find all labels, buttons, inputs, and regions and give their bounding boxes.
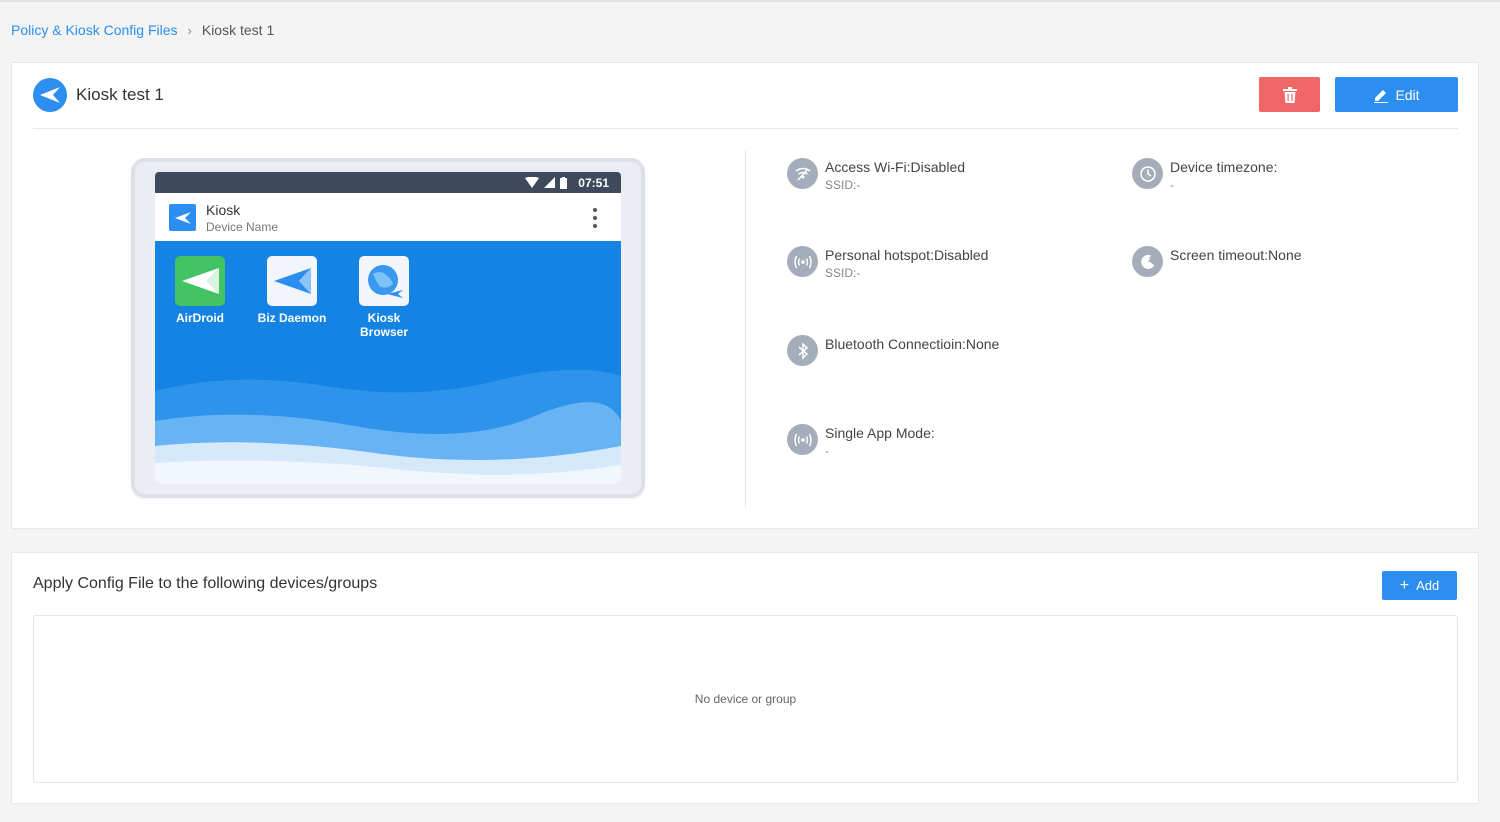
- device-status-bar: 07:51: [155, 172, 621, 193]
- bluetooth-icon: [787, 335, 818, 366]
- device-screen: 07:51 Kiosk Device Name AirDroid Biz Dae…: [155, 172, 621, 484]
- timezone-value: -: [1170, 178, 1174, 192]
- device-desktop: AirDroid Biz Daemon Kiosk Browser: [155, 241, 621, 484]
- app-label: Biz Daemon: [257, 311, 327, 325]
- device-list-empty: No device or group: [33, 615, 1458, 783]
- sleep-moon-icon: [1132, 246, 1163, 277]
- top-border: [0, 0, 1500, 2]
- setting-bluetooth: Bluetooth Connectioin:None: [787, 335, 999, 366]
- add-button-label: Add: [1416, 578, 1440, 593]
- wifi-setting-label: Access Wi-Fi:Disabled: [825, 159, 966, 175]
- chevron-right-icon: ›: [187, 22, 192, 38]
- hotspot-icon: [787, 246, 818, 277]
- wifi-lock-icon: [787, 158, 818, 189]
- apply-section-title: Apply Config File to the following devic…: [33, 575, 378, 592]
- setting-single-app: Single App Mode: -: [787, 424, 935, 459]
- breadcrumb: Policy & Kiosk Config Files › Kiosk test…: [11, 22, 274, 38]
- setting-screen-timeout: Screen timeout:None: [1132, 246, 1302, 277]
- delete-button[interactable]: [1259, 77, 1320, 112]
- breadcrumb-current: Kiosk test 1: [201, 22, 275, 38]
- empty-state-text: No device or group: [694, 692, 797, 706]
- single-app-icon: [787, 424, 818, 455]
- app-label: Kiosk Browser: [359, 311, 409, 339]
- app-biz-daemon[interactable]: Biz Daemon: [247, 256, 337, 325]
- setting-hotspot: Personal hotspot:Disabled SSID:-: [787, 246, 988, 281]
- signal-icon: [544, 177, 556, 188]
- clock-icon: [1132, 158, 1163, 189]
- globe-icon: [359, 256, 409, 306]
- wifi-ssid: SSID:-: [825, 178, 861, 192]
- device-preview: 07:51 Kiosk Device Name AirDroid Biz Dae…: [131, 158, 645, 498]
- app-label: AirDroid: [176, 311, 224, 325]
- app-kiosk-browser[interactable]: Kiosk Browser: [339, 256, 429, 339]
- app-airdroid[interactable]: AirDroid: [155, 256, 245, 325]
- bluetooth-setting-label: Bluetooth Connectioin:None: [825, 336, 1000, 352]
- plus-icon: +: [1399, 576, 1410, 594]
- vertical-divider: [745, 150, 746, 508]
- battery-icon: [560, 176, 568, 189]
- screen-timeout-setting-label: Screen timeout:None: [1170, 247, 1302, 263]
- edit-button[interactable]: Edit: [1335, 77, 1458, 112]
- single-app-value: -: [825, 444, 829, 458]
- breadcrumb-parent-link[interactable]: Policy & Kiosk Config Files: [11, 22, 178, 38]
- airdroid-icon: [175, 256, 225, 306]
- kiosk-logo-icon: [33, 78, 67, 112]
- kiosk-app-icon: [169, 204, 196, 231]
- timezone-setting-label: Device timezone:: [1170, 159, 1278, 175]
- single-app-setting-label: Single App Mode:: [825, 425, 935, 441]
- add-device-button[interactable]: + Add: [1382, 571, 1457, 600]
- trash-icon: [1282, 86, 1297, 103]
- biz-daemon-icon: [267, 256, 317, 306]
- apply-devices-card: Apply Config File to the following devic…: [11, 552, 1479, 804]
- setting-timezone: Device timezone: -: [1132, 158, 1277, 193]
- edit-button-label: Edit: [1395, 86, 1420, 103]
- device-time: 07:51: [578, 175, 609, 190]
- hotspot-setting-label: Personal hotspot:Disabled: [825, 247, 989, 263]
- pencil-icon: [1374, 89, 1389, 103]
- detail-header: Kiosk test 1 Edit: [33, 63, 1458, 129]
- hotspot-ssid: SSID:-: [825, 266, 861, 280]
- device-app-bar: Kiosk Device Name: [155, 193, 621, 241]
- setting-wifi: Access Wi-Fi:Disabled SSID:-: [787, 158, 965, 193]
- more-vertical-icon[interactable]: [589, 208, 601, 228]
- device-app-title: Kiosk: [206, 202, 241, 218]
- device-name-label: Device Name: [206, 220, 279, 234]
- config-detail-card: Kiosk test 1 Edit 07:51 Kiosk Device Nam…: [11, 62, 1479, 529]
- page-title: Kiosk test 1: [76, 85, 164, 104]
- wifi-icon: [525, 177, 540, 188]
